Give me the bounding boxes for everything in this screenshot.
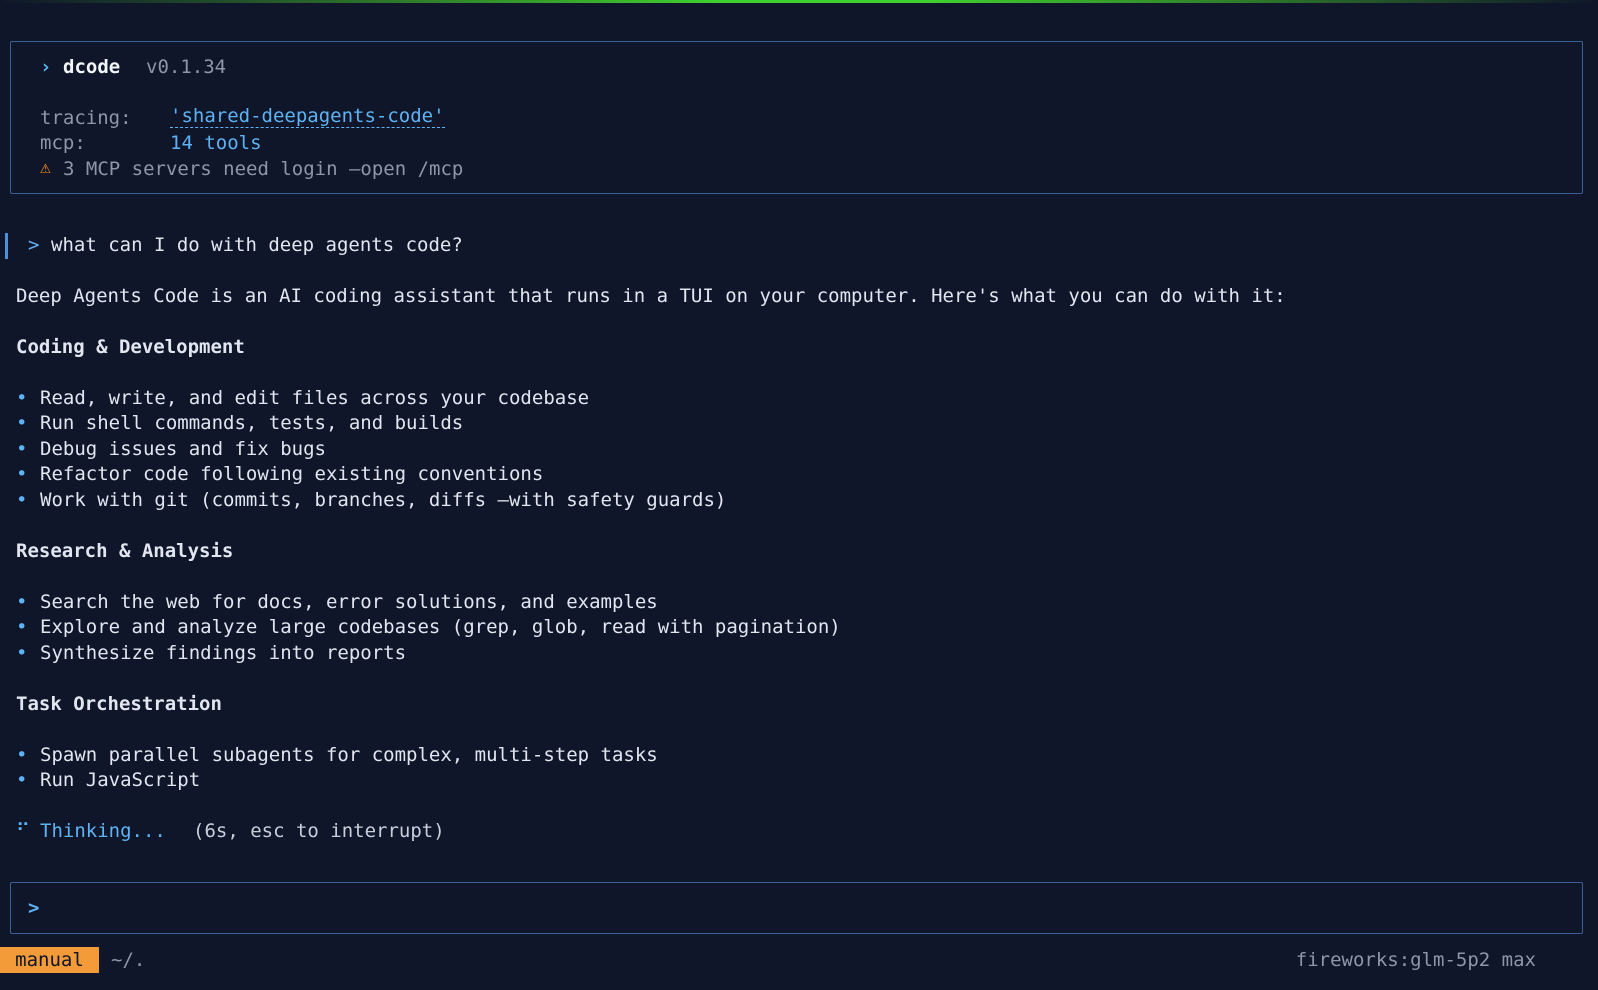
list-item: Run shell commands, tests, and builds — [40, 412, 464, 434]
bullet-icon: • — [16, 412, 28, 434]
bullet-icon: • — [16, 387, 28, 409]
app-name: dcode — [63, 56, 121, 78]
list-item: Synthesize findings into reports — [40, 642, 407, 664]
section-heading: Research & Analysis — [16, 540, 234, 562]
bullet-icon: • — [16, 591, 28, 613]
list-item: Refactor code following existing convent… — [40, 463, 544, 485]
thinking-label: Thinking... — [40, 820, 166, 842]
user-message-bar — [5, 233, 8, 259]
list-item: Work with git (commits, branches, diffs … — [40, 489, 727, 511]
app-version: v0.1.34 — [146, 56, 227, 78]
list-item: Explore and analyze large codebases (gre… — [40, 616, 841, 638]
user-message: what can I do with deep agents code? — [51, 234, 463, 256]
section-heading: Task Orchestration — [16, 693, 222, 715]
bullet-icon: • — [16, 642, 28, 664]
list-item: Search the web for docs, error solutions… — [40, 591, 658, 613]
tracing-label: tracing: — [40, 107, 132, 129]
list-item: Read, write, and edit files across your … — [40, 387, 590, 409]
input-prompt-icon: > — [28, 897, 40, 919]
progress-glow-line — [0, 0, 1598, 3]
list-item: Spawn parallel subagents for complex, mu… — [40, 744, 658, 766]
bullet-icon: • — [16, 463, 28, 485]
bullet-icon: • — [16, 744, 28, 766]
list-item: Debug issues and fix bugs — [40, 438, 326, 460]
spinner-icon: ⠋ — [16, 820, 30, 842]
thinking-hint: (6s, esc to interrupt) — [193, 820, 445, 842]
mcp-login-warning: 3 MCP servers need login —open /mcp — [63, 158, 464, 180]
section-heading: Coding & Development — [16, 336, 245, 358]
bullet-icon: • — [16, 616, 28, 638]
mcp-label: mcp: — [40, 132, 86, 154]
user-prompt-icon: > — [28, 234, 40, 256]
tracing-project-link[interactable]: 'shared-deepagents-code' — [170, 105, 445, 128]
current-directory: ~/. — [111, 949, 146, 971]
list-item: Run JavaScript — [40, 769, 201, 791]
bullet-icon: • — [16, 438, 28, 460]
warning-icon: ⚠ — [40, 157, 51, 178]
mode-badge[interactable]: manual — [0, 947, 99, 973]
model-indicator[interactable]: fireworks:glm-5p2 max — [1296, 947, 1536, 973]
chat-input[interactable] — [10, 882, 1583, 934]
assistant-intro: Deep Agents Code is an AI coding assista… — [16, 285, 1286, 307]
mcp-tools-count: 14 tools — [170, 132, 262, 154]
bullet-icon: • — [16, 489, 28, 511]
bullet-icon: • — [16, 769, 28, 791]
header-prompt-icon: › — [40, 56, 52, 78]
